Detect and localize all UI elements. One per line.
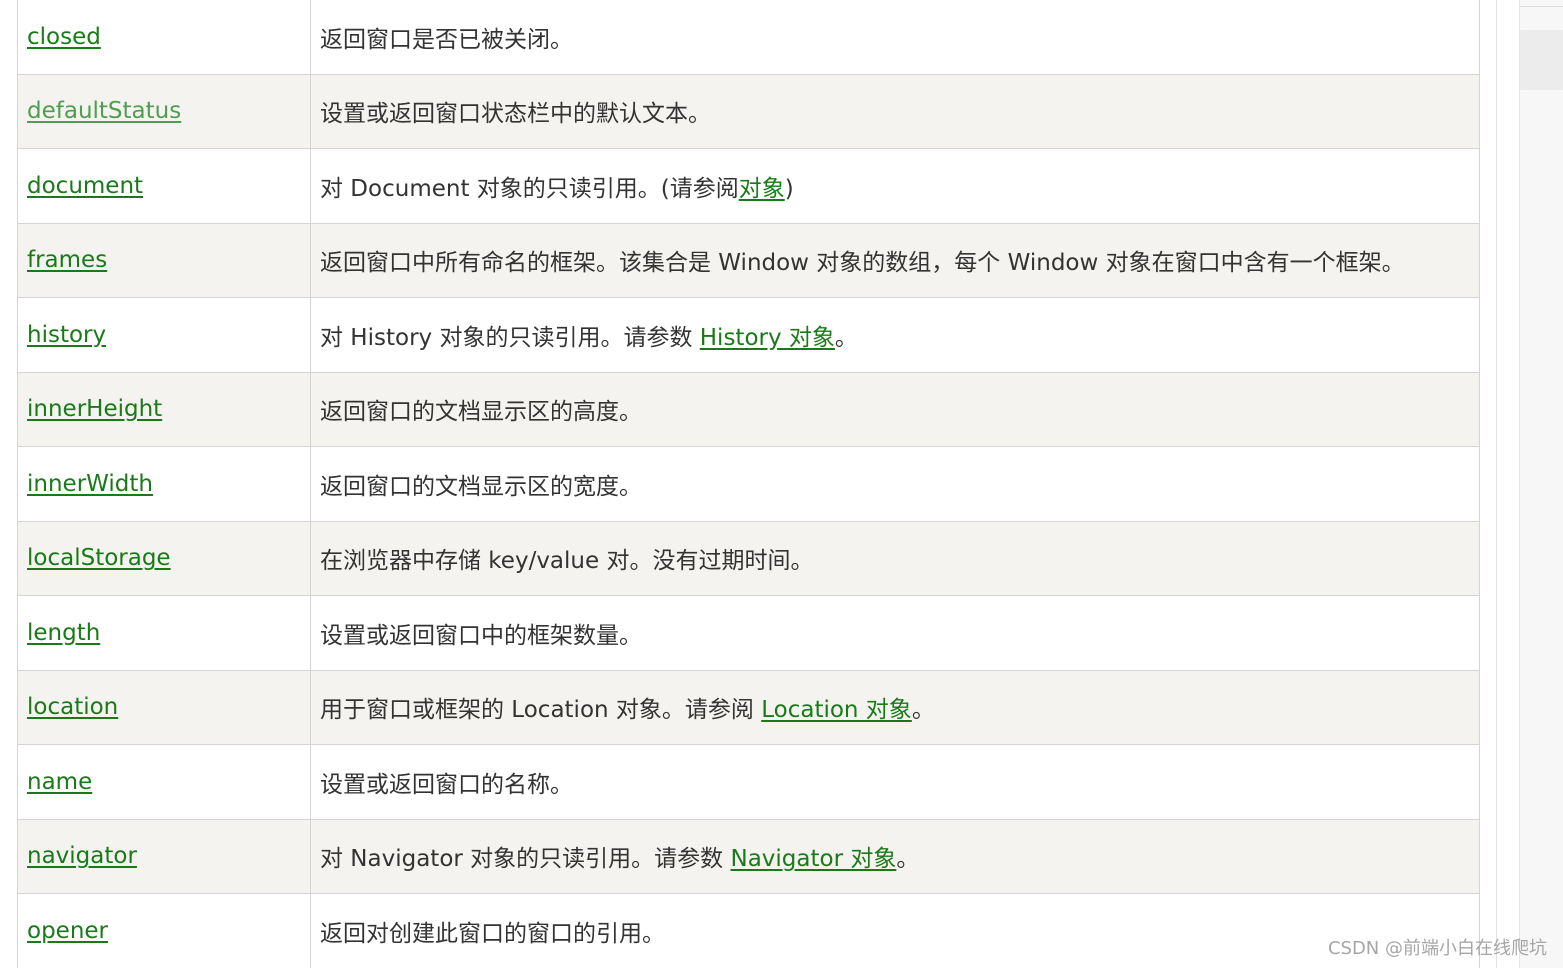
property-description-cell: 对 Document 对象的只读引用。(请参阅对象) <box>310 148 1480 224</box>
description-text: 。 <box>896 846 920 873</box>
table-row: localStorage 在浏览器中存储 key/value 对。没有过期时间。 <box>17 520 1480 596</box>
property-description-cell: 设置或返回窗口的名称。 <box>310 744 1480 820</box>
property-link[interactable]: innerWidth <box>27 471 153 497</box>
table-row: frames 返回窗口中所有命名的框架。该集合是 Window 对象的数组，每个 … <box>17 222 1480 298</box>
property-description-cell: 用于窗口或框架的 Location 对象。请参阅 Location 对象。 <box>310 669 1480 745</box>
property-link[interactable]: location <box>27 694 118 720</box>
property-name-cell: innerHeight <box>17 371 311 447</box>
property-description-cell: 对 Navigator 对象的只读引用。请参数 Navigator 对象。 <box>310 818 1480 894</box>
description-text: 。 <box>911 697 935 724</box>
table-row: history 对 History 对象的只读引用。请参数 History 对象。 <box>17 297 1480 373</box>
property-name-cell: localStorage <box>17 520 311 596</box>
property-name-cell: location <box>17 669 311 745</box>
property-link[interactable]: opener <box>27 918 108 944</box>
property-name-cell: defaultStatus <box>17 73 311 149</box>
property-name-cell: navigator <box>17 818 311 894</box>
csdn-watermark: CSDN @前端小白在线爬坑 <box>1327 938 1547 959</box>
scrollbar-top-edge <box>1520 6 1563 7</box>
description-text: 返回窗口的文档显示区的宽度。 <box>320 473 642 500</box>
description-link[interactable]: Location 对象 <box>761 697 912 723</box>
description-text: 。 <box>834 324 858 351</box>
scrollbar[interactable] <box>1519 0 1563 968</box>
content-divider <box>1496 0 1497 968</box>
property-description-cell: 返回窗口是否已被关闭。 <box>310 0 1480 75</box>
description-text: 在浏览器中存储 key/value 对。没有过期时间。 <box>320 548 814 575</box>
description-text: 对 Navigator 对象的只读引用。请参数 <box>320 846 731 873</box>
table-row: defaultStatus 设置或返回窗口状态栏中的默认文本。 <box>17 73 1480 149</box>
property-description-cell: 在浏览器中存储 key/value 对。没有过期时间。 <box>310 520 1480 596</box>
property-link[interactable]: localStorage <box>27 545 171 571</box>
property-name-cell: innerWidth <box>17 446 311 522</box>
property-description-cell: 设置或返回窗口中的框架数量。 <box>310 595 1480 671</box>
property-name-cell: name <box>17 744 311 820</box>
description-text: ) <box>784 175 794 202</box>
table-row: opener 返回对创建此窗口的窗口的引用。 <box>17 893 1480 968</box>
property-link[interactable]: closed <box>27 24 101 50</box>
property-name-cell: frames <box>17 222 311 298</box>
property-name-cell: opener <box>17 893 311 968</box>
property-link[interactable]: history <box>27 322 106 348</box>
table-row: location 用于窗口或框架的 Location 对象。请参阅 Locatio… <box>17 669 1480 745</box>
description-link[interactable]: 对象 <box>739 176 785 202</box>
property-link[interactable]: name <box>27 769 92 795</box>
property-description-cell: 返回窗口的文档显示区的高度。 <box>310 371 1480 447</box>
property-description-cell: 返回对创建此窗口的窗口的引用。 <box>310 893 1480 968</box>
description-text: 返回窗口中所有命名的框架。该集合是 Window 对象的数组，每个 Window… <box>320 250 1405 277</box>
description-text: 用于窗口或框架的 Location 对象。请参阅 <box>320 697 762 724</box>
property-name-cell: closed <box>17 0 311 75</box>
property-link[interactable]: innerHeight <box>27 396 162 422</box>
table-row: name 设置或返回窗口的名称。 <box>17 744 1480 820</box>
description-text: 对 Document 对象的只读引用。(请参阅 <box>320 175 739 202</box>
description-link[interactable]: Navigator 对象 <box>730 846 896 872</box>
description-link[interactable]: History 对象 <box>700 325 835 351</box>
property-name-cell: length <box>17 595 311 671</box>
table-row: closed 返回窗口是否已被关闭。 <box>17 0 1480 75</box>
description-text: 对 History 对象的只读引用。请参数 <box>320 324 700 351</box>
window-properties-table: closed 返回窗口是否已被关闭。 defaultStatus 设置或返回窗口状态栏… <box>17 0 1480 968</box>
property-name-cell: history <box>17 297 311 373</box>
description-text: 设置或返回窗口的名称。 <box>320 771 573 798</box>
property-name-cell: document <box>17 148 311 224</box>
property-link[interactable]: frames <box>27 247 107 273</box>
scrollbar-thumb[interactable] <box>1520 30 1563 90</box>
property-link[interactable]: navigator <box>27 843 137 869</box>
description-text: 返回对创建此窗口的窗口的引用。 <box>320 920 665 947</box>
property-description-cell: 对 History 对象的只读引用。请参数 History 对象。 <box>310 297 1480 373</box>
table-row: navigator 对 Navigator 对象的只读引用。请参数 Navigat… <box>17 818 1480 894</box>
property-description-cell: 设置或返回窗口状态栏中的默认文本。 <box>310 73 1480 149</box>
table-row: length 设置或返回窗口中的框架数量。 <box>17 595 1480 671</box>
description-text: 返回窗口是否已被关闭。 <box>320 26 573 53</box>
property-link[interactable]: length <box>27 620 100 646</box>
property-description-cell: 返回窗口的文档显示区的宽度。 <box>310 446 1480 522</box>
table-row: innerHeight 返回窗口的文档显示区的高度。 <box>17 371 1480 447</box>
page: closed 返回窗口是否已被关闭。 defaultStatus 设置或返回窗口状态栏… <box>0 0 1563 968</box>
description-text: 设置或返回窗口中的框架数量。 <box>320 622 642 649</box>
table-body: closed 返回窗口是否已被关闭。 defaultStatus 设置或返回窗口状态栏… <box>17 0 1480 968</box>
description-text: 设置或返回窗口状态栏中的默认文本。 <box>320 101 711 128</box>
property-link[interactable]: defaultStatus <box>27 98 181 124</box>
description-text: 返回窗口的文档显示区的高度。 <box>320 399 642 426</box>
property-link[interactable]: document <box>27 173 143 199</box>
table-row: document 对 Document 对象的只读引用。(请参阅对象) <box>17 148 1480 224</box>
property-description-cell: 返回窗口中所有命名的框架。该集合是 Window 对象的数组，每个 Window… <box>310 222 1480 298</box>
table-row: innerWidth 返回窗口的文档显示区的宽度。 <box>17 446 1480 522</box>
